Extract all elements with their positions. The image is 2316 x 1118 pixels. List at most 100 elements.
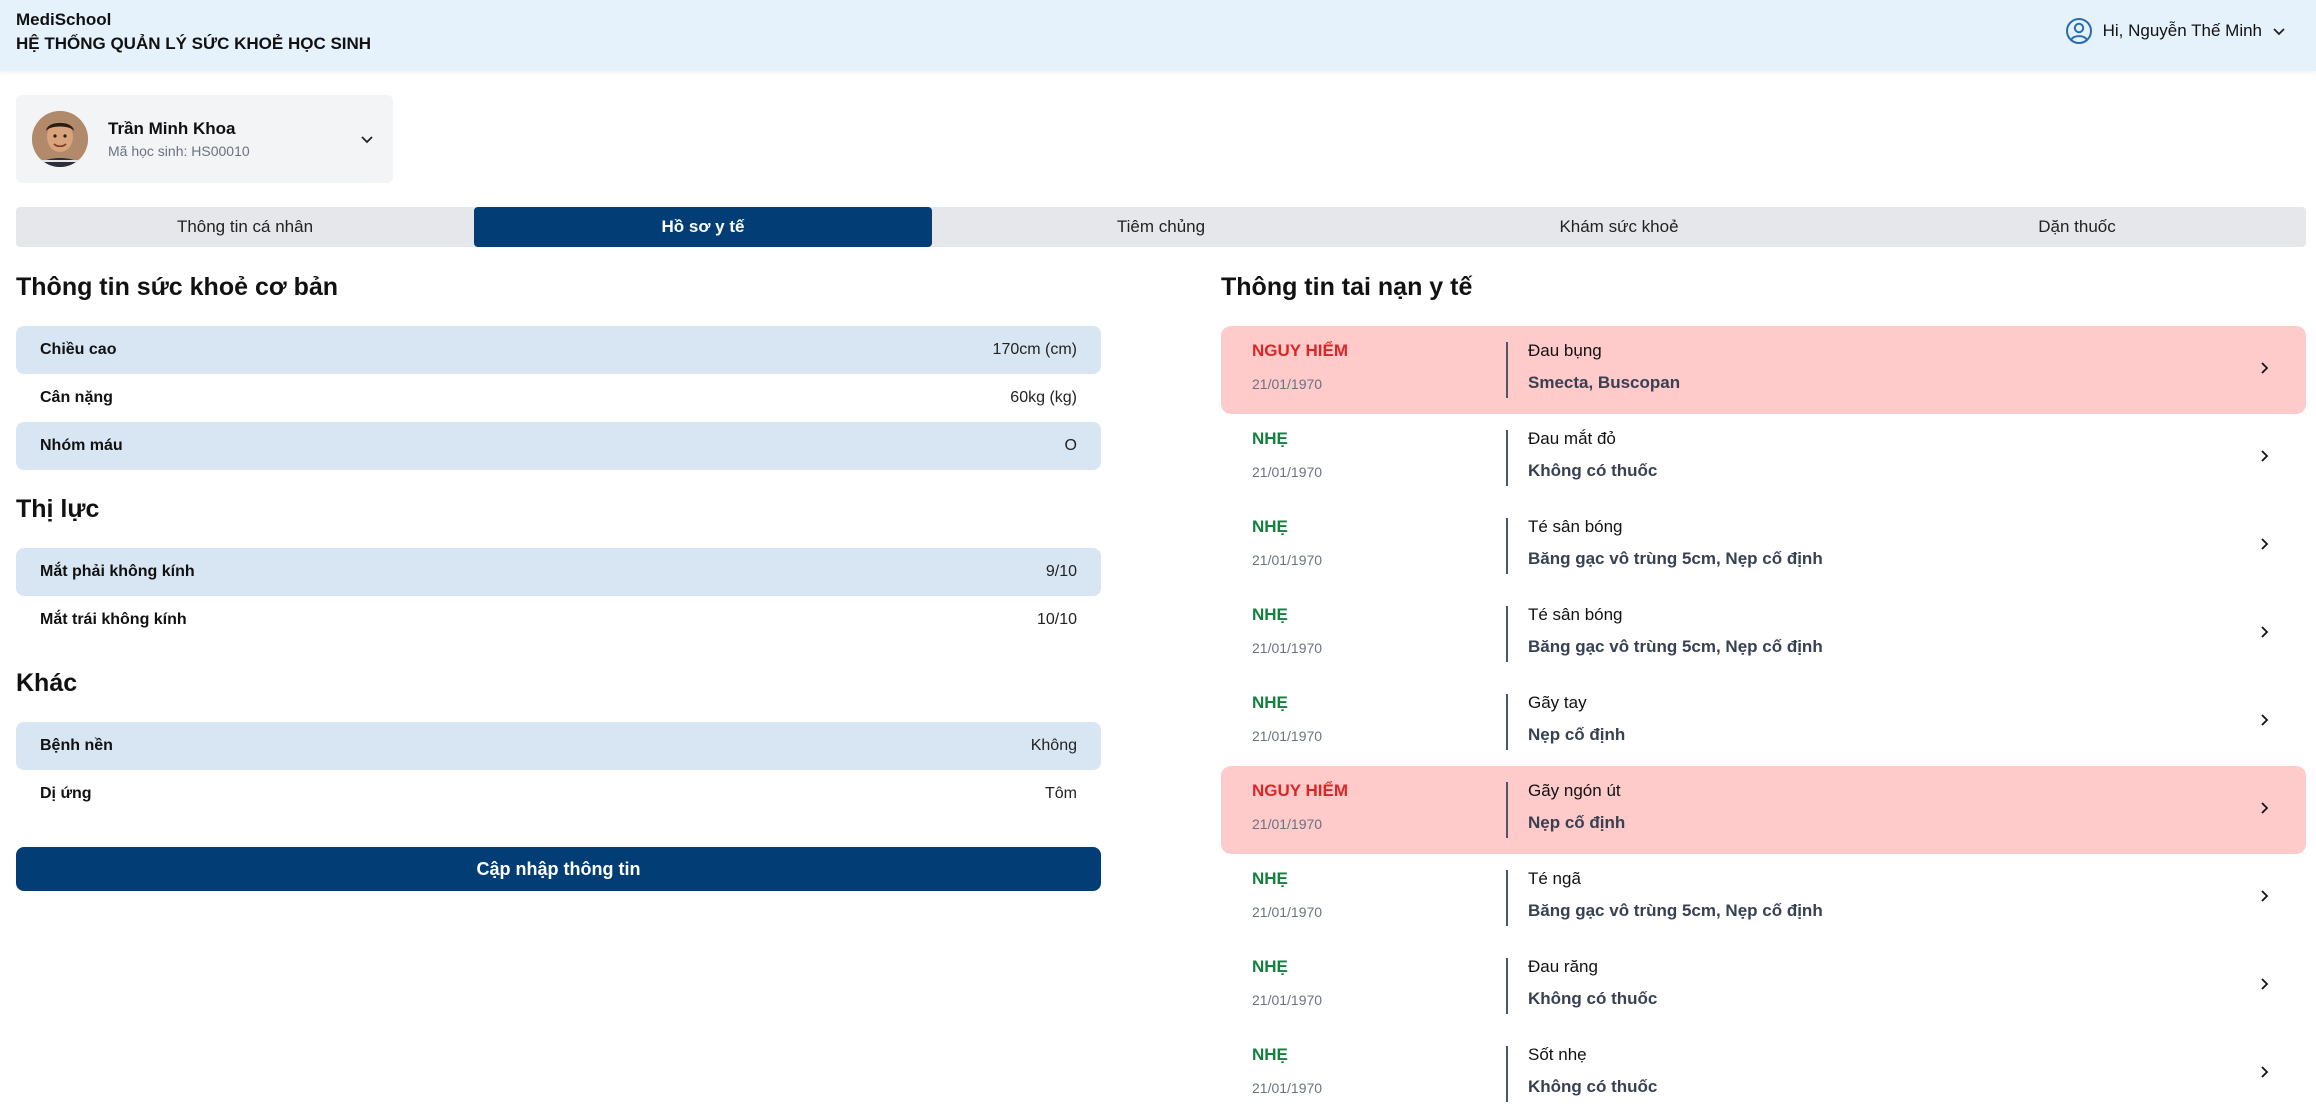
incident-item[interactable]: NGUY HIỂM 21/01/1970 Gãy ngón út Nẹp cố địn… (1221, 766, 2306, 854)
chevron-right-icon[interactable] (2257, 889, 2271, 908)
chevron-down-icon[interactable] (359, 131, 375, 152)
student-selector[interactable]: Trần Minh Khoa Mã học sinh: HS00010 (16, 95, 393, 183)
incident-title: Té ngã (1528, 869, 1581, 888)
divider (1506, 342, 1508, 398)
row-label: Chiều cao (40, 341, 117, 358)
incident-title: Gãy tay (1528, 693, 1587, 712)
incident-item[interactable]: NHẸ 21/01/1970 Té sân bóng Băng gạc vô trùn… (1221, 502, 2306, 590)
severity-label: NHẸ (1252, 429, 1288, 448)
chevron-right-icon[interactable] (2257, 1065, 2271, 1084)
incident-title: Đau răng (1528, 957, 1598, 976)
severity-label: NGUY HIỂM (1252, 781, 1349, 800)
chevron-right-icon[interactable] (2257, 537, 2271, 556)
divider (1506, 694, 1508, 750)
allergy-row: Dị ứng Tôm (16, 770, 1101, 818)
incident-medication: Không có thuốc (1528, 989, 1658, 1008)
tab-personal-info[interactable]: Thông tin cá nhân (16, 207, 474, 247)
row-label: Dị ứng (40, 785, 92, 802)
incident-title: Gãy ngón út (1528, 781, 1621, 800)
incident-list: NGUY HIỂM 21/01/1970 Đau bụng Smecta, Busco… (1221, 326, 2306, 1118)
brand-name: MediSchool (16, 10, 112, 29)
height-row: Chiều cao 170cm (cm) (16, 326, 1101, 374)
incident-medication: Băng gạc vô trùng 5cm, Nẹp cố định (1528, 549, 1823, 568)
incident-date: 21/01/1970 (1252, 376, 1323, 392)
incident-item[interactable]: NHẸ 21/01/1970 Sốt nhẹ Không có thuốc (1221, 1030, 2306, 1118)
blood-type-row: Nhóm máu O (16, 422, 1101, 470)
severity-label: NHẸ (1252, 957, 1288, 976)
incident-item[interactable]: NHẸ 21/01/1970 Té sân bóng Băng gạc vô trùn… (1221, 590, 2306, 678)
chevron-right-icon[interactable] (2257, 361, 2271, 380)
other-title: Khác (16, 669, 78, 697)
incident-medication: Không có thuốc (1528, 1077, 1658, 1096)
severity-label: NHẸ (1252, 1045, 1288, 1064)
user-menu[interactable]: Hi, Nguyễn Thế Minh (2065, 16, 2286, 46)
incident-item[interactable]: NHẸ 21/01/1970 Đau răng Không có thuốc (1221, 942, 2306, 1030)
chronic-disease-row: Bệnh nền Không (16, 722, 1101, 770)
incident-title: Đau bụng (1528, 341, 1602, 360)
incident-item[interactable]: NHẸ 21/01/1970 Đau mắt đỏ Không có thuốc (1221, 414, 2306, 502)
user-circle-icon (2065, 17, 2093, 45)
incident-medication: Băng gạc vô trùng 5cm, Nẹp cố định (1528, 637, 1823, 656)
incident-title: Sốt nhẹ (1528, 1045, 1587, 1064)
incident-date: 21/01/1970 (1252, 992, 1323, 1008)
incident-date: 21/01/1970 (1252, 728, 1323, 744)
divider (1506, 430, 1508, 486)
row-value: 170cm (cm) (992, 341, 1077, 358)
left-eye-row: Mắt trái không kính 10/10 (16, 596, 1101, 644)
row-value: 10/10 (1036, 611, 1077, 628)
row-label: Mắt phải không kính (40, 563, 195, 580)
chevron-down-icon (2272, 24, 2286, 38)
incident-medication: Không có thuốc (1528, 461, 1658, 480)
incident-medication: Nẹp cố định (1528, 725, 1626, 744)
chevron-right-icon[interactable] (2257, 801, 2271, 820)
row-value: O (1064, 437, 1077, 454)
incident-panel: Thông tin tai nạn y tế NGUY HIỂM 21/01/19… (1221, 270, 2306, 1118)
incident-title: Đau mắt đỏ (1528, 429, 1616, 448)
severity-label: NHẸ (1252, 693, 1288, 712)
incident-date: 21/01/1970 (1252, 1080, 1323, 1096)
row-value: 60kg (kg) (1010, 389, 1077, 406)
row-value: Tôm (1045, 785, 1077, 802)
right-eye-row: Mắt phải không kính 9/10 (16, 548, 1101, 596)
row-label: Bệnh nền (40, 737, 113, 754)
weight-row: Cân nặng 60kg (kg) (16, 374, 1101, 422)
update-info-button[interactable]: Cập nhập thông tin (16, 847, 1101, 891)
chevron-right-icon[interactable] (2257, 449, 2271, 468)
incident-title: Té sân bóng (1528, 605, 1623, 624)
incident-medication: Băng gạc vô trùng 5cm, Nẹp cố định (1528, 901, 1823, 920)
incident-medication: Nẹp cố định (1528, 813, 1626, 832)
incident-item[interactable]: NGUY HIỂM 21/01/1970 Đau bụng Smecta, Busco… (1221, 326, 2306, 414)
user-greeting: Hi, Nguyễn Thế Minh (2102, 21, 2262, 40)
row-label: Cân nặng (40, 389, 113, 406)
severity-label: NGUY HIỂM (1252, 341, 1349, 360)
severity-label: NHẸ (1252, 869, 1288, 888)
row-value: Không (1030, 737, 1077, 754)
incident-date: 21/01/1970 (1252, 464, 1323, 480)
incident-date: 21/01/1970 (1252, 640, 1323, 656)
health-info-panel: Thông tin sức khoẻ cơ bản Chiều cao 170c… (16, 270, 1101, 818)
profile-tabs: Thông tin cá nhân Hồ sơ y tế Tiêm chủng … (16, 207, 2306, 247)
divider (1506, 606, 1508, 662)
divider (1506, 518, 1508, 574)
chevron-right-icon[interactable] (2257, 625, 2271, 644)
tab-health-checkup[interactable]: Khám sức khoẻ (1390, 207, 1848, 247)
chevron-right-icon[interactable] (2257, 713, 2271, 732)
row-label: Mắt trái không kính (40, 611, 187, 628)
incident-item[interactable]: NHẸ 21/01/1970 Gãy tay Nẹp cố định (1221, 678, 2306, 766)
tab-vaccination[interactable]: Tiêm chủng (932, 207, 1390, 247)
incident-item[interactable]: NHẸ 21/01/1970 Té ngã Băng gạc vô trùng 5cm… (1221, 854, 2306, 942)
tab-medical-record[interactable]: Hồ sơ y tế (474, 207, 932, 247)
divider (1506, 958, 1508, 1014)
basic-health-title: Thông tin sức khoẻ cơ bản (16, 273, 339, 301)
severity-label: NHẸ (1252, 605, 1288, 624)
brand[interactable]: MediSchool HỆ THỐNG QUẢN LÝ SỨC KHOẺ HỌC… (16, 10, 371, 56)
incident-date: 21/01/1970 (1252, 816, 1323, 832)
incident-date: 21/01/1970 (1252, 552, 1323, 568)
student-code: Mã học sinh: HS00010 (108, 143, 250, 159)
divider (1506, 1046, 1508, 1102)
row-label: Nhóm máu (40, 437, 123, 454)
incident-title: Té sân bóng (1528, 517, 1623, 536)
chevron-right-icon[interactable] (2257, 977, 2271, 996)
tab-medication-instructions[interactable]: Dặn thuốc (1848, 207, 2306, 247)
student-name: Trần Minh Khoa (108, 119, 236, 138)
